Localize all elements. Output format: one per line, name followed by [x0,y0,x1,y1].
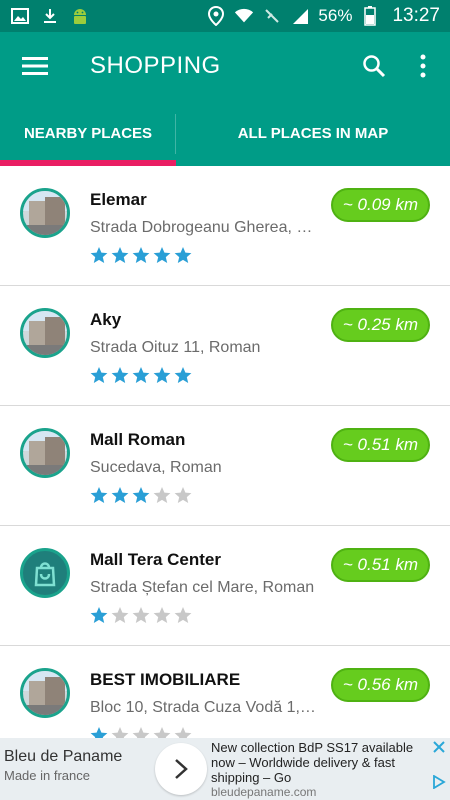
wifi-icon [234,6,254,26]
mute-icon [262,6,282,26]
ad-domain: bleudepaname.com [211,785,317,799]
star-filled-icon [132,247,150,263]
star-empty-icon [153,607,171,623]
star-filled-icon [111,247,129,263]
tab-label: NEARBY PLACES [23,124,153,142]
place-address: Bloc 10, Strada Cuza Vodă 1, Roman [90,699,320,716]
menu-button[interactable] [0,32,70,100]
places-list[interactable]: Elemar Strada Dobrogeanu Gherea, Roman ~ 0… [0,166,450,738]
star-filled-icon [90,367,108,383]
star-empty-icon [174,487,192,503]
shopping-bag-icon [20,548,70,598]
image-icon [10,6,30,26]
place-name: Mall Tera Center [90,550,222,569]
list-item[interactable]: Mall Tera Center Strada Ștefan cel Mare, … [0,526,450,646]
ad-choices-button[interactable] [432,774,446,794]
download-icon [40,6,60,26]
ad-go-button[interactable] [155,743,207,795]
chevron-right-icon [175,759,188,779]
star-filled-icon [153,367,171,383]
more-options-button[interactable] [400,32,446,100]
avatar [20,428,70,478]
ad-close-button[interactable] [432,740,446,759]
battery-percent: 56% [318,6,353,25]
star-filled-icon [111,367,129,383]
place-address: Strada Dobrogeanu Gherea, Roman [90,219,320,236]
distance-badge: ~ 0.51 km [330,428,430,462]
star-rating [90,246,192,264]
place-address: Strada Ștefan cel Mare, Roman [90,579,315,596]
star-filled-icon [132,487,150,503]
ad-banner[interactable]: Bleu de Paname Made in france New collec… [0,738,450,800]
list-item[interactable]: Elemar Strada Dobrogeanu Gherea, Roman ~ 0… [0,166,450,286]
place-name: Aky [90,310,122,329]
star-filled-icon [111,487,129,503]
star-filled-icon [90,727,108,738]
tab-bar: NEARBY PLACES ALL PLACES IN MAP [0,100,450,166]
star-empty-icon [174,607,192,623]
tab-nearby-places[interactable]: NEARBY PLACES [0,100,176,166]
ad-choices-icon [433,774,446,790]
star-filled-icon [90,487,108,503]
list-item[interactable]: BEST IMOBILIARE Bloc 10, Strada Cuza Vodă… [0,646,450,738]
star-rating [90,726,192,738]
list-item[interactable]: Aky Strada Oituz 11, Roman ~ 0.25 km [0,286,450,406]
battery-icon [360,6,380,26]
star-empty-icon [153,487,171,503]
star-filled-icon [90,607,108,623]
place-name: BEST IMOBILIARE [90,670,241,689]
ad-brand: Bleu de Paname [4,748,123,765]
page-title: SHOPPING [90,52,221,79]
star-filled-icon [174,247,192,263]
avatar [20,308,70,358]
distance-badge: ~ 0.51 km [330,548,430,582]
star-filled-icon [90,247,108,263]
distance-badge: ~ 0.56 km [330,668,430,702]
close-icon [433,741,445,753]
place-address: Sucedava, Roman [90,459,222,476]
star-rating [90,486,192,504]
star-filled-icon [132,367,150,383]
menu-icon [22,57,48,75]
distance-badge: ~ 0.25 km [330,308,430,342]
star-filled-icon [153,247,171,263]
signal-icon [290,6,310,26]
star-filled-icon [174,367,192,383]
place-name: Elemar [90,190,147,209]
avatar [20,668,70,718]
tab-all-places-in-map[interactable]: ALL PLACES IN MAP [176,100,450,166]
star-empty-icon [132,727,150,738]
app-bar: SHOPPING [0,32,450,100]
ad-text: New collection BdP SS17 available now – … [211,740,414,785]
search-icon [363,55,386,78]
star-rating [90,366,192,384]
list-item[interactable]: Mall Roman Sucedava, Roman ~ 0.51 km [0,406,450,526]
tab-label: ALL PLACES IN MAP [237,124,389,142]
android-icon [70,6,90,26]
clock: 13:27 [392,5,440,26]
status-bar: 56% 13:27 [0,0,450,32]
avatar [20,188,70,238]
more-vert-icon [420,54,426,78]
search-button[interactable] [348,32,400,100]
ad-tagline: Made in france [4,768,90,783]
star-empty-icon [111,607,129,623]
location-icon [206,6,226,26]
star-empty-icon [132,607,150,623]
star-empty-icon [153,727,171,738]
distance-badge: ~ 0.09 km [330,188,430,222]
place-name: Mall Roman [90,430,186,449]
place-address: Strada Oituz 11, Roman [90,339,261,356]
star-rating [90,606,192,624]
star-empty-icon [111,727,129,738]
star-empty-icon [174,727,192,738]
